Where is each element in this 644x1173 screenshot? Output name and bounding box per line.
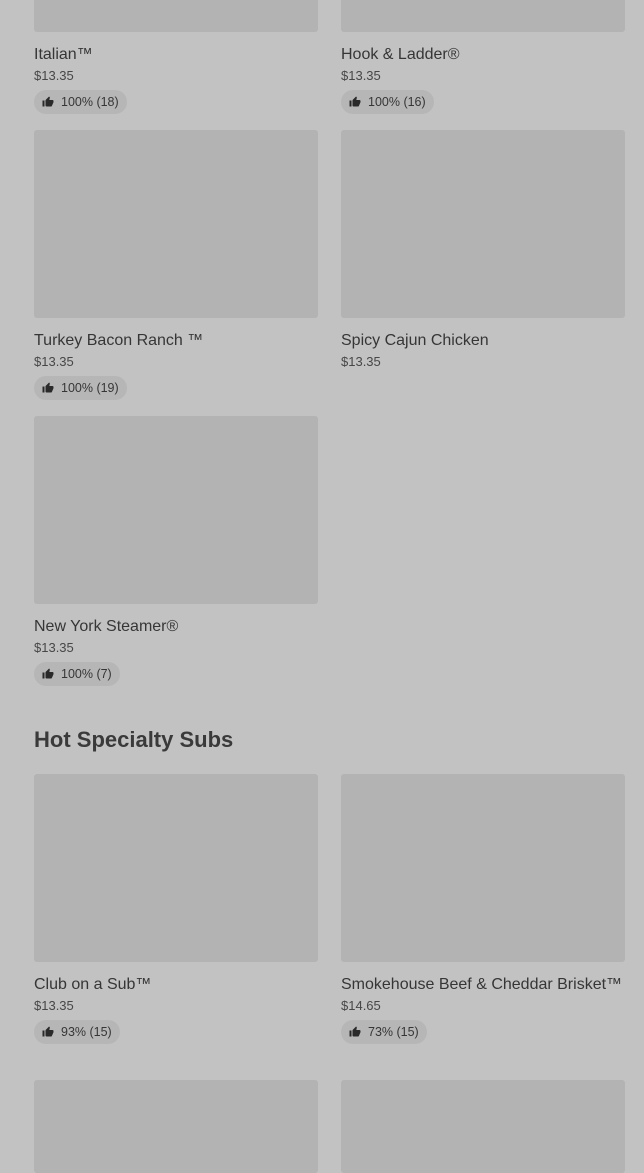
- rating-badge: 100% (19): [34, 376, 127, 400]
- menu-item-price: $13.35: [34, 68, 74, 83]
- rating-text: 100% (7): [61, 667, 112, 681]
- section-title: Hot Specialty Subs: [34, 727, 234, 752]
- menu-item-name: New York Steamer®: [34, 618, 179, 635]
- thumbs-up-icon: [42, 382, 54, 393]
- rating-text: 100% (18): [61, 95, 119, 109]
- thumbs-up-icon: [42, 96, 54, 107]
- menu-item-card[interactable]: [34, 1080, 318, 1173]
- menu-item-card[interactable]: [341, 1080, 625, 1173]
- menu-item-image[interactable]: [34, 416, 318, 604]
- rating-badge: 73% (15): [341, 1020, 427, 1044]
- rating-text: 73% (15): [368, 1025, 419, 1039]
- menu-item-image[interactable]: [341, 130, 625, 318]
- menu-item-price: $13.35: [341, 68, 381, 83]
- menu-item-image[interactable]: [341, 1080, 625, 1173]
- menu-item-image[interactable]: [34, 1080, 318, 1173]
- rating-text: 100% (16): [368, 95, 426, 109]
- menu-item-card[interactable]: Turkey Bacon Ranch ™ $13.35 100% (19): [34, 130, 318, 400]
- menu-item-image[interactable]: [341, 0, 625, 32]
- menu-item-name: Hook & Ladder®: [341, 46, 460, 63]
- rating-badge: 100% (16): [341, 90, 434, 114]
- menu-item-image[interactable]: [34, 130, 318, 318]
- menu-item-image[interactable]: [34, 0, 318, 32]
- menu-item-image[interactable]: [341, 774, 625, 962]
- thumbs-up-icon: [42, 668, 54, 679]
- menu-item-price: $14.65: [341, 998, 381, 1013]
- menu-item-price: $13.35: [34, 640, 74, 655]
- menu-item-name: Spicy Cajun Chicken: [341, 332, 489, 349]
- thumbs-up-icon: [349, 96, 361, 107]
- thumbs-up-icon: [349, 1026, 361, 1037]
- menu-item-price: $13.35: [34, 354, 74, 369]
- menu-item-card[interactable]: Smokehouse Beef & Cheddar Brisket™ $14.6…: [341, 774, 625, 1044]
- rating-text: 93% (15): [61, 1025, 112, 1039]
- rating-badge: 100% (7): [34, 662, 120, 686]
- menu-item-name: Turkey Bacon Ranch ™: [34, 332, 204, 349]
- menu-item-name: Italian™: [34, 46, 93, 63]
- rating-text: 100% (19): [61, 381, 119, 395]
- menu-item-name: Smokehouse Beef & Cheddar Brisket™: [341, 976, 623, 993]
- menu-item-card[interactable]: New York Steamer® $13.35 100% (7): [34, 416, 318, 686]
- menu-item-card[interactable]: Spicy Cajun Chicken $13.35: [341, 130, 625, 370]
- menu-item-card[interactable]: Club on a Sub™ $13.35 93% (15): [34, 774, 318, 1044]
- rating-badge: 100% (18): [34, 90, 127, 114]
- menu-item-price: $13.35: [34, 998, 74, 1013]
- menu-item-name: Club on a Sub™: [34, 976, 152, 993]
- menu-item-card[interactable]: Italian™ $13.35 100% (18): [34, 0, 318, 114]
- menu-item-price: $13.35: [341, 354, 381, 369]
- menu-item-image[interactable]: [34, 774, 318, 962]
- thumbs-up-icon: [42, 1026, 54, 1037]
- rating-badge: 93% (15): [34, 1020, 120, 1044]
- menu-item-card[interactable]: Hook & Ladder® $13.35 100% (16): [341, 0, 625, 114]
